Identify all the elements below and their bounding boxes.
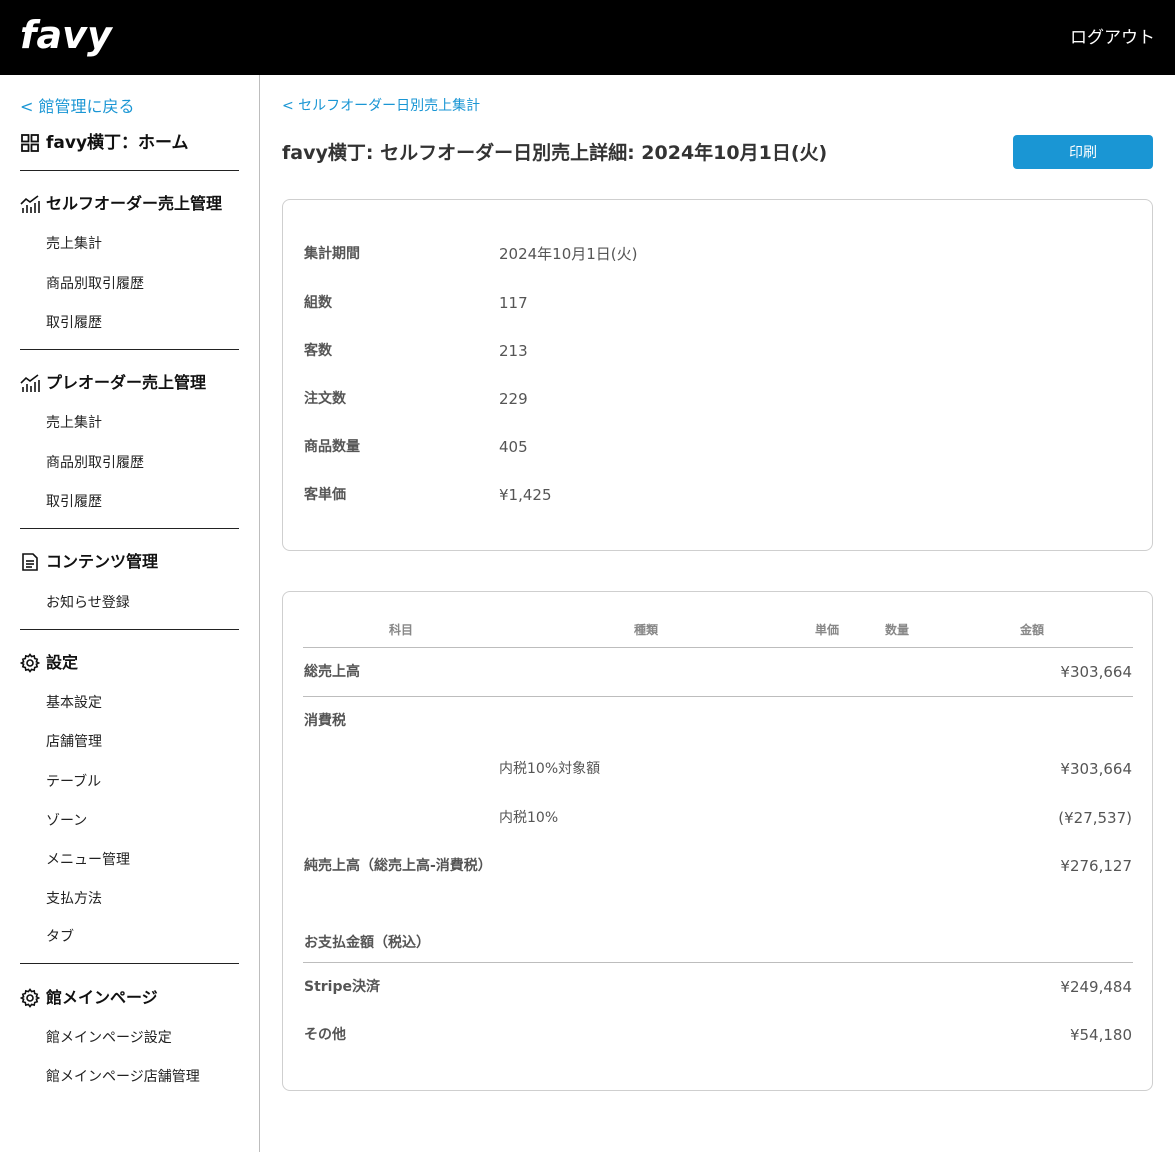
column-header-amount: 金額 [1020, 623, 1045, 637]
sidebar-item-product-history[interactable]: 商品別取引履歴 [46, 274, 144, 294]
summary-label: 組数 [304, 295, 332, 311]
tax-amount-value: (¥27,537) [1058, 809, 1132, 827]
section-venue-main-page: 館メインページ [20, 987, 158, 1009]
column-header-unit-price: 単価 [815, 623, 840, 637]
section-title: セルフオーダー売上管理 [46, 194, 223, 213]
chart-icon [20, 374, 40, 392]
chart-icon [20, 195, 40, 213]
summary-value: 229 [499, 390, 528, 408]
sidebar-item-zones[interactable]: ゾーン [46, 811, 87, 831]
logout-link[interactable]: ログアウト [1070, 27, 1155, 49]
tax-base-kind: 内税10%対象額 [499, 761, 601, 777]
sales-detail-card: 科目 種類 単価 数量 金額 総売上高 ¥303,664 消費税 内税10%対象… [282, 591, 1153, 1091]
grid-icon [21, 134, 39, 152]
tax-amount-kind: 内税10% [499, 810, 559, 826]
summary-label: 客単価 [304, 487, 346, 503]
breadcrumb-back-link[interactable]: < セルフオーダー日別売上集計 [282, 96, 480, 116]
section-contents: コンテンツ管理 [20, 551, 158, 573]
sidebar-item-sales-summary[interactable]: 売上集計 [46, 234, 102, 254]
sidebar-item-menu-management[interactable]: メニュー管理 [46, 850, 130, 870]
gross-sales-label: 総売上高 [304, 664, 360, 680]
sidebar-item-product-history[interactable]: 商品別取引履歴 [46, 453, 144, 473]
section-self-order-sales: セルフオーダー売上管理 [20, 193, 222, 215]
column-header-subject: 科目 [389, 623, 414, 637]
tax-base-amount: ¥303,664 [1060, 760, 1132, 778]
gross-sales-amount: ¥303,664 [1060, 663, 1132, 681]
sidebar-item-news[interactable]: お知らせ登録 [46, 593, 130, 613]
net-sales-label: 純売上高（総売上高-消費税） [304, 858, 492, 874]
sidebar-item-payment-methods[interactable]: 支払方法 [46, 889, 102, 909]
summary-value: 117 [499, 294, 528, 312]
sidebar-item-sales-summary[interactable]: 売上集計 [46, 413, 102, 433]
section-settings: 設定 [20, 652, 78, 674]
summary-value: 213 [499, 342, 528, 360]
other-payment-amount: ¥54,180 [1069, 1026, 1132, 1044]
net-sales-amount: ¥276,127 [1060, 857, 1132, 875]
other-payment-label: その他 [304, 1027, 346, 1043]
gear-icon [20, 653, 40, 673]
print-button[interactable]: 印刷 [1013, 135, 1153, 169]
summary-label: 商品数量 [304, 439, 360, 455]
summary-value: ¥1,425 [499, 486, 552, 504]
sidebar-item-store-management[interactable]: 店舗管理 [46, 732, 102, 752]
sidebar-item-tabs[interactable]: タブ [46, 927, 74, 947]
sidebar-divider [20, 528, 239, 529]
section-pre-order-sales: プレオーダー売上管理 [20, 372, 206, 394]
sidebar-item-main-page-settings[interactable]: 館メインページ設定 [46, 1028, 172, 1048]
summary-label: 注文数 [304, 391, 346, 407]
sidebar-divider [20, 170, 239, 171]
summary-label: 客数 [304, 343, 332, 359]
summary-label: 集計期間 [304, 246, 360, 262]
top-header: favy ログアウト [0, 0, 1175, 75]
section-title: 設定 [46, 653, 79, 672]
sidebar: < 館管理に戻る favy横丁：ホーム セルフオーダー売上管理 売上集計 商品別… [0, 75, 260, 1152]
table-divider [303, 962, 1133, 963]
sidebar-item-transaction-history[interactable]: 取引履歴 [46, 313, 102, 333]
column-header-kind: 種類 [634, 623, 659, 637]
sidebar-item-basic-settings[interactable]: 基本設定 [46, 693, 102, 713]
payment-section-title: お支払金額（税込） [304, 935, 430, 951]
summary-value: 405 [499, 438, 528, 456]
document-icon [22, 553, 38, 571]
sidebar-divider [20, 629, 239, 630]
sidebar-item-tables[interactable]: テーブル [46, 772, 101, 792]
column-header-quantity: 数量 [885, 623, 910, 637]
tax-label: 消費税 [304, 713, 346, 729]
favy-logo[interactable]: favy [20, 13, 112, 57]
sidebar-home-label: favy横丁：ホーム [46, 133, 189, 153]
sidebar-divider [20, 963, 239, 964]
summary-value: 2024年10月1日(火) [499, 245, 638, 263]
table-divider [303, 647, 1133, 648]
sidebar-home-link[interactable]: favy横丁：ホーム [20, 131, 189, 155]
sidebar-item-transaction-history[interactable]: 取引履歴 [46, 492, 102, 512]
section-title: プレオーダー売上管理 [46, 373, 207, 392]
sidebar-item-main-page-stores[interactable]: 館メインページ店舗管理 [46, 1067, 200, 1087]
section-title: コンテンツ管理 [46, 552, 159, 571]
table-divider [303, 696, 1133, 697]
back-to-venue-link[interactable]: < 館管理に戻る [20, 96, 135, 118]
section-title: 館メインページ [46, 988, 158, 1007]
stripe-payment-amount: ¥249,484 [1060, 978, 1132, 996]
stripe-payment-label: Stripe決済 [304, 979, 380, 995]
gear-icon [20, 988, 40, 1008]
sidebar-divider [20, 349, 239, 350]
page-title: favy横丁: セルフオーダー日別売上詳細: 2024年10月1日(火) [282, 142, 828, 164]
summary-card: 集計期間 2024年10月1日(火) 組数 117 客数 213 注文数 229… [282, 199, 1153, 551]
